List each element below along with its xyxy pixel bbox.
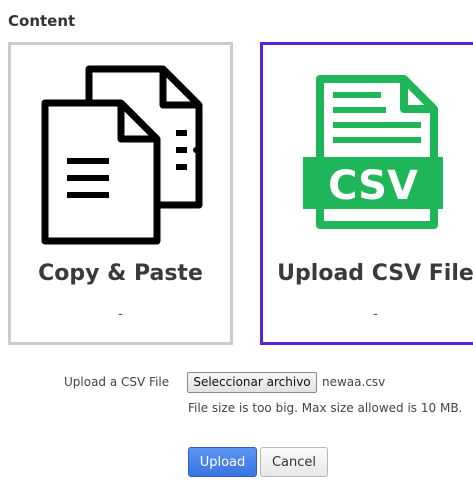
card-subtitle: - (118, 307, 123, 322)
copy-paste-card[interactable]: Copy & Paste - (8, 42, 233, 345)
upload-button[interactable]: Upload (188, 447, 257, 477)
card-title: Copy & Paste (38, 261, 203, 286)
upload-csv-label: Upload a CSV File (64, 375, 170, 389)
upload-csv-card[interactable]: CSV Upload CSV File - (260, 42, 473, 345)
selected-file-name: newaa.csv (322, 375, 386, 389)
csv-icon-text: CSV (328, 163, 418, 209)
csv-file-icon: CSV (303, 75, 443, 229)
cancel-button[interactable]: Cancel (260, 447, 328, 477)
section-title: Content (8, 12, 76, 30)
card-subtitle: - (373, 307, 378, 322)
card-title: Upload CSV File (277, 261, 473, 286)
file-size-error: File size is too big. Max size allowed i… (188, 401, 463, 415)
documents-icon (41, 65, 203, 245)
choose-file-button[interactable]: Seleccionar archivo (187, 372, 317, 393)
